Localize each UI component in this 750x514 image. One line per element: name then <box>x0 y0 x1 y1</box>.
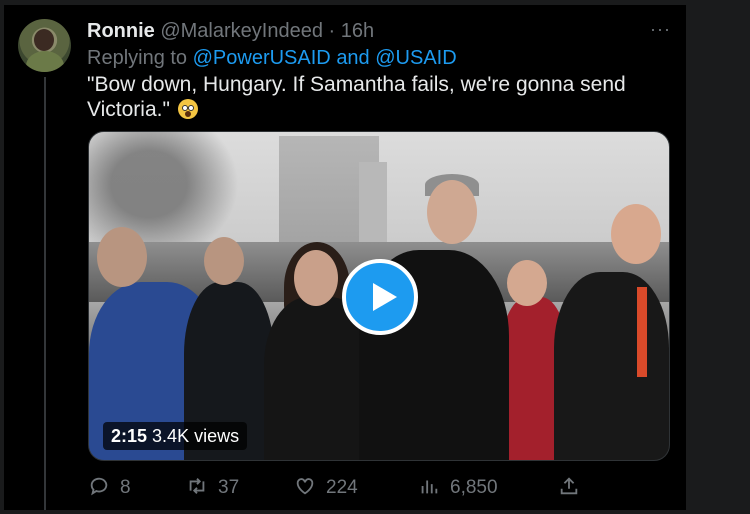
heart-icon <box>296 478 314 495</box>
video-duration: 2:15 <box>111 426 148 446</box>
share-icon <box>560 477 578 495</box>
avatar-face <box>34 29 54 51</box>
avatar[interactable] <box>18 19 71 72</box>
reply-icon <box>90 477 108 496</box>
author-handle[interactable]: @MalarkeyIndeed <box>160 20 323 42</box>
views-button[interactable]: 6,850 <box>418 473 498 503</box>
tweet-header: Ronnie @MalarkeyIndeed · 16h <box>87 19 677 43</box>
timestamp[interactable]: 16h <box>341 20 374 42</box>
view-count: 6,850 <box>450 477 498 498</box>
reply-count: 8 <box>120 477 131 498</box>
replying-to: Replying to @PowerUSAID and @USAID <box>87 46 457 70</box>
author-name[interactable]: Ronnie <box>87 20 155 42</box>
separator: · <box>328 20 336 42</box>
like-count: 224 <box>326 477 358 498</box>
more-options-icon[interactable]: ··· <box>650 19 671 40</box>
mention-usaid[interactable]: @USAID <box>375 47 456 69</box>
video-views: 3.4K views <box>152 426 240 446</box>
tweet-text: "Bow down, Hungary. If Samantha fails, w… <box>87 72 677 122</box>
replying-prefix: Replying to <box>87 47 188 69</box>
retweet-count: 37 <box>218 477 240 498</box>
tweet-body: "Bow down, Hungary. If Samantha fails, w… <box>87 73 626 121</box>
scream-emoji-icon <box>177 99 198 119</box>
video-player[interactable]: 2:15 3.4K views <box>88 131 670 461</box>
share-button[interactable] <box>558 473 590 503</box>
video-stats: 2:15 3.4K views <box>103 422 248 450</box>
thread-line <box>44 77 46 510</box>
right-panel <box>690 0 750 514</box>
reply-button[interactable]: 8 <box>88 473 131 503</box>
analytics-icon <box>421 480 438 494</box>
retweet-button[interactable]: 37 <box>186 473 239 503</box>
play-icon <box>373 283 397 311</box>
retweet-icon <box>189 478 205 494</box>
action-bar: 8 37 224 6,850 <box>88 473 678 503</box>
mention-power-usaid[interactable]: @PowerUSAID <box>193 47 331 69</box>
avatar-body <box>26 51 64 72</box>
like-button[interactable]: 224 <box>294 473 358 503</box>
play-button[interactable] <box>342 259 418 335</box>
tweet-frame: Ronnie @MalarkeyIndeed · 16h ··· Replyin… <box>4 5 686 510</box>
mention-and: and <box>336 47 370 69</box>
